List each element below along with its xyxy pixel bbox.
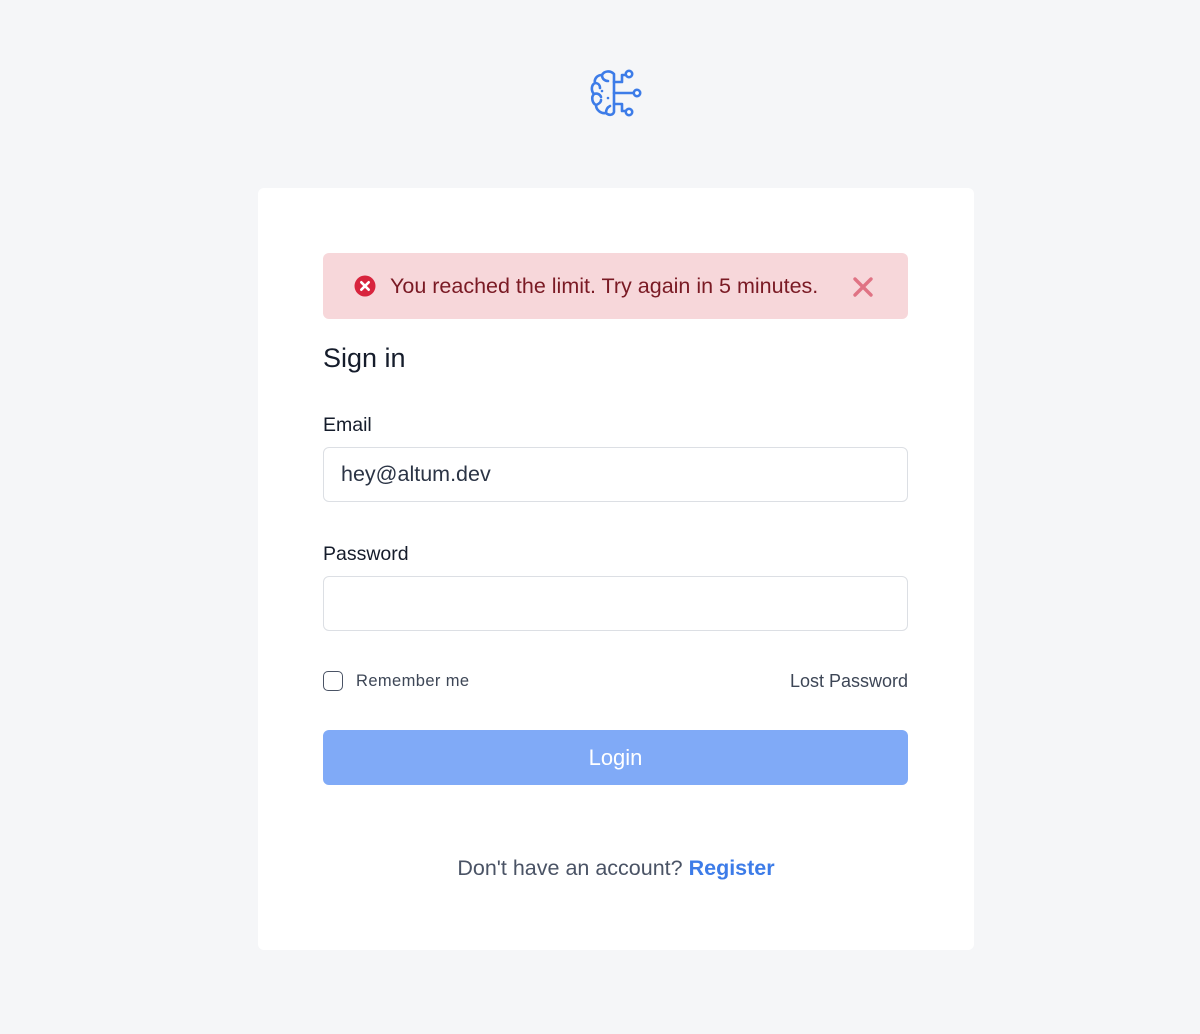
register-link[interactable]: Register [689, 856, 775, 880]
error-circle-icon [354, 275, 376, 297]
brain-circuit-icon [590, 69, 642, 117]
signin-card: You reached the limit. Try again in 5 mi… [258, 188, 974, 950]
remember-me-toggle[interactable]: Remember me [323, 669, 470, 693]
error-alert: You reached the limit. Try again in 5 mi… [323, 253, 908, 319]
email-label: Email [323, 414, 372, 436]
email-field[interactable] [323, 447, 908, 502]
register-prompt: Don't have an account? Register [258, 853, 974, 883]
register-prompt-text: Don't have an account? [457, 856, 683, 880]
lost-password-link[interactable]: Lost Password [790, 669, 908, 693]
remember-me-checkbox[interactable] [323, 671, 343, 691]
login-button[interactable]: Login [323, 730, 908, 785]
page-title: Sign in [323, 343, 406, 373]
password-field[interactable] [323, 576, 908, 631]
remember-me-label: Remember me [356, 671, 470, 690]
password-label: Password [323, 543, 409, 565]
close-icon[interactable] [851, 275, 875, 299]
alert-message: You reached the limit. Try again in 5 mi… [390, 274, 819, 298]
